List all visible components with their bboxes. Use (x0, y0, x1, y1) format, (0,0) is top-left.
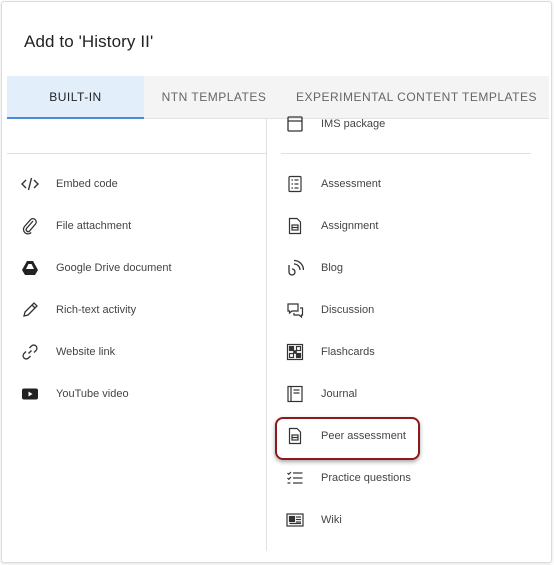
file-attachment-item[interactable]: File attachment (21, 211, 131, 241)
item-label: Website link (56, 346, 116, 358)
item-label: Wiki (321, 514, 342, 526)
practice-questions-icon (286, 469, 304, 487)
item-label: Journal (321, 388, 358, 400)
link-icon (21, 343, 39, 361)
google-drive-item[interactable]: Google Drive document (21, 253, 172, 283)
item-label: Assessment (321, 178, 381, 190)
assessment-item[interactable]: Assessment (286, 169, 381, 199)
item-label: Embed code (56, 178, 118, 190)
row-divider (7, 153, 266, 154)
wiki-icon (286, 511, 304, 529)
tab-ntn-templates[interactable]: NTN TEMPLATES (144, 76, 284, 119)
journal-icon (286, 385, 304, 403)
blog-icon (286, 259, 304, 277)
tab-built-in[interactable]: BUILT-IN (7, 76, 144, 119)
item-label: Assignment (321, 220, 379, 232)
embed-code-item[interactable]: Embed code (21, 169, 118, 199)
item-label: File attachment (56, 220, 132, 232)
tab-bar: BUILT-IN NTN TEMPLATES EXPERIMENTAL CONT… (7, 76, 549, 119)
flashcards-icon (286, 343, 304, 361)
discussion-icon (286, 301, 304, 319)
journal-item[interactable]: Journal (286, 379, 357, 409)
peer-assessment-highlight (275, 417, 420, 460)
item-label: Rich-text activity (56, 304, 137, 316)
row-divider (281, 153, 531, 154)
item-label: YouTube video (56, 388, 129, 400)
youtube-video-item[interactable]: YouTube video (21, 379, 129, 409)
rich-text-activity-item[interactable]: Rich-text activity (21, 295, 136, 325)
column-divider (266, 119, 267, 551)
item-label: IMS package (321, 118, 386, 130)
pencil-icon (21, 301, 39, 319)
discussion-item[interactable]: Discussion (286, 295, 374, 325)
item-label: Blog (321, 262, 344, 274)
assignment-icon (286, 217, 304, 235)
item-label: Discussion (321, 304, 375, 316)
website-link-item[interactable]: Website link (21, 337, 115, 367)
flashcards-item[interactable]: Flashcards (286, 337, 375, 367)
dialog-title: Add to 'History II' (24, 32, 154, 51)
add-content-dialog: Add to 'History II' BUILT-IN NTN TEMPLAT… (1, 1, 552, 563)
wiki-item[interactable]: Wiki (286, 505, 342, 535)
item-label: Flashcards (321, 346, 375, 358)
assignment-item[interactable]: Assignment (286, 211, 378, 241)
assessment-icon (286, 175, 304, 193)
item-label: Practice questions (321, 472, 411, 484)
paperclip-icon (21, 217, 39, 235)
content-panel: IMS package Embed code File attachment G… (7, 116, 549, 557)
blog-item[interactable]: Blog (286, 253, 343, 283)
item-label: Google Drive document (56, 262, 172, 274)
ims-package-item[interactable]: IMS package (286, 109, 385, 139)
google-drive-icon (21, 259, 39, 277)
package-icon (286, 115, 304, 133)
practice-questions-item[interactable]: Practice questions (286, 463, 411, 493)
youtube-icon (21, 385, 39, 403)
code-icon (21, 175, 39, 193)
